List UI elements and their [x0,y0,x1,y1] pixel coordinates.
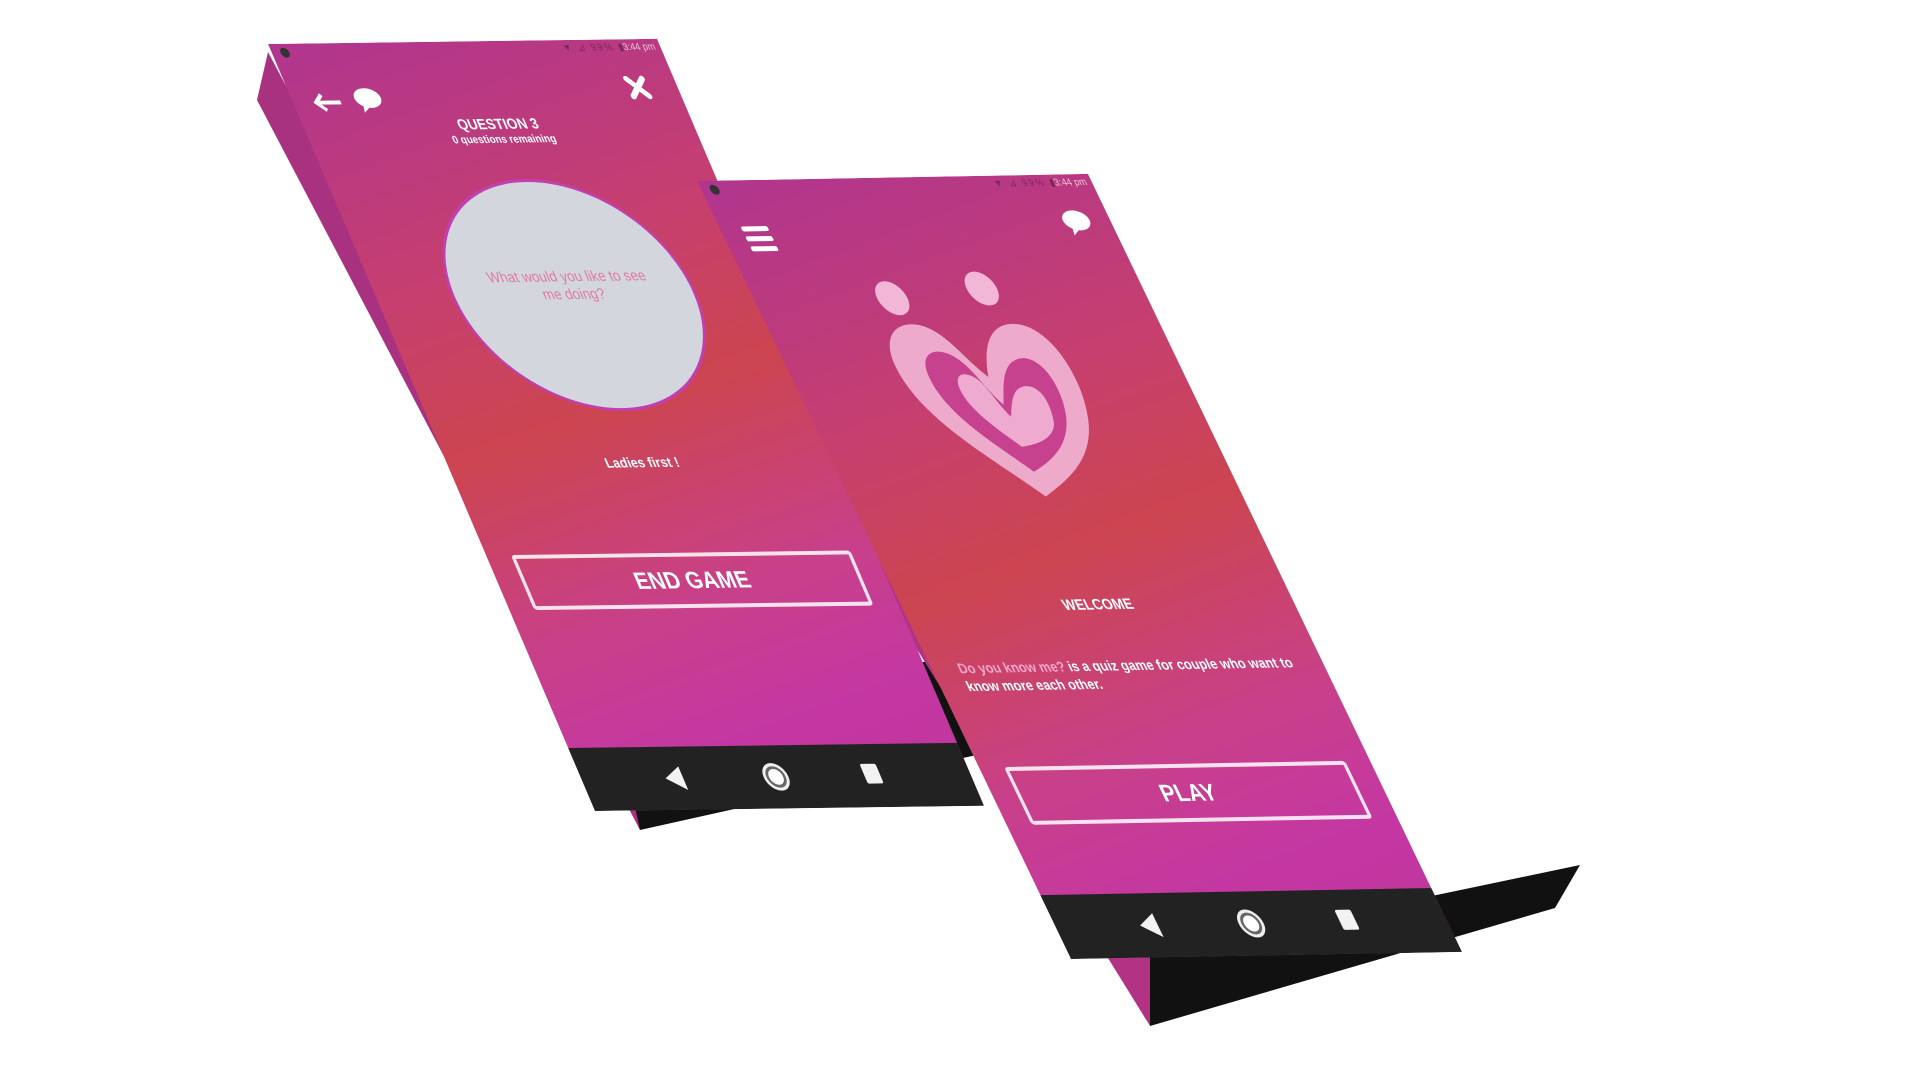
home-circle-icon[interactable] [1232,909,1271,938]
recent-apps-square-icon[interactable] [1334,909,1360,930]
hamburger-menu-icon[interactable] [740,226,780,252]
status-icons: ▼ ⊿ 99% ▮ [560,42,628,54]
home-circle-icon[interactable] [757,762,795,791]
welcome-title: WELCOME [1059,595,1137,614]
back-triangle-icon[interactable] [660,766,689,791]
status-icons: ▼ ⊿ 99% ▮ [991,177,1060,190]
menu-bar-line [740,226,770,232]
status-time: 3:44 pm [621,41,658,54]
navigation-bar [1040,888,1462,959]
notification-dot-icon [707,184,722,195]
end-game-button[interactable]: END GAME [510,550,874,611]
question-text: What would you like to see me doing? [483,267,649,304]
menu-bar-line [749,245,780,252]
chat-bubble-icon[interactable] [1056,208,1098,236]
welcome-description: Do you know me? is a quiz game for coupl… [954,653,1309,695]
back-triangle-icon[interactable] [1134,913,1164,938]
navigation-bar [568,742,984,811]
questions-remaining: 0 questions remaining [450,133,559,147]
menu-bar-line [745,235,775,242]
mockup-stage: ▼ ⊿ 99% ▮ 3:44 pm QUESTION 3 0 questions… [0,0,1920,1080]
close-icon[interactable] [621,75,655,101]
app-name-highlight: Do you know me? [954,658,1069,677]
turn-label: Ladies first ! [601,453,683,471]
question-bubble: What would you like to see me doing? [402,177,746,413]
arrow-left-icon[interactable] [308,93,346,113]
question-title: QUESTION 3 [454,115,542,134]
couple-heart-logo-icon [838,265,1149,508]
chat-bubble-icon[interactable] [348,86,388,114]
status-bar: ▼ ⊿ 99% ▮ 3:44 pm [268,39,665,62]
recent-apps-square-icon[interactable] [859,763,884,784]
status-time: 3:44 pm [1051,177,1090,189]
play-button[interactable]: PLAY [1003,760,1373,825]
notification-dot-icon [278,47,292,58]
